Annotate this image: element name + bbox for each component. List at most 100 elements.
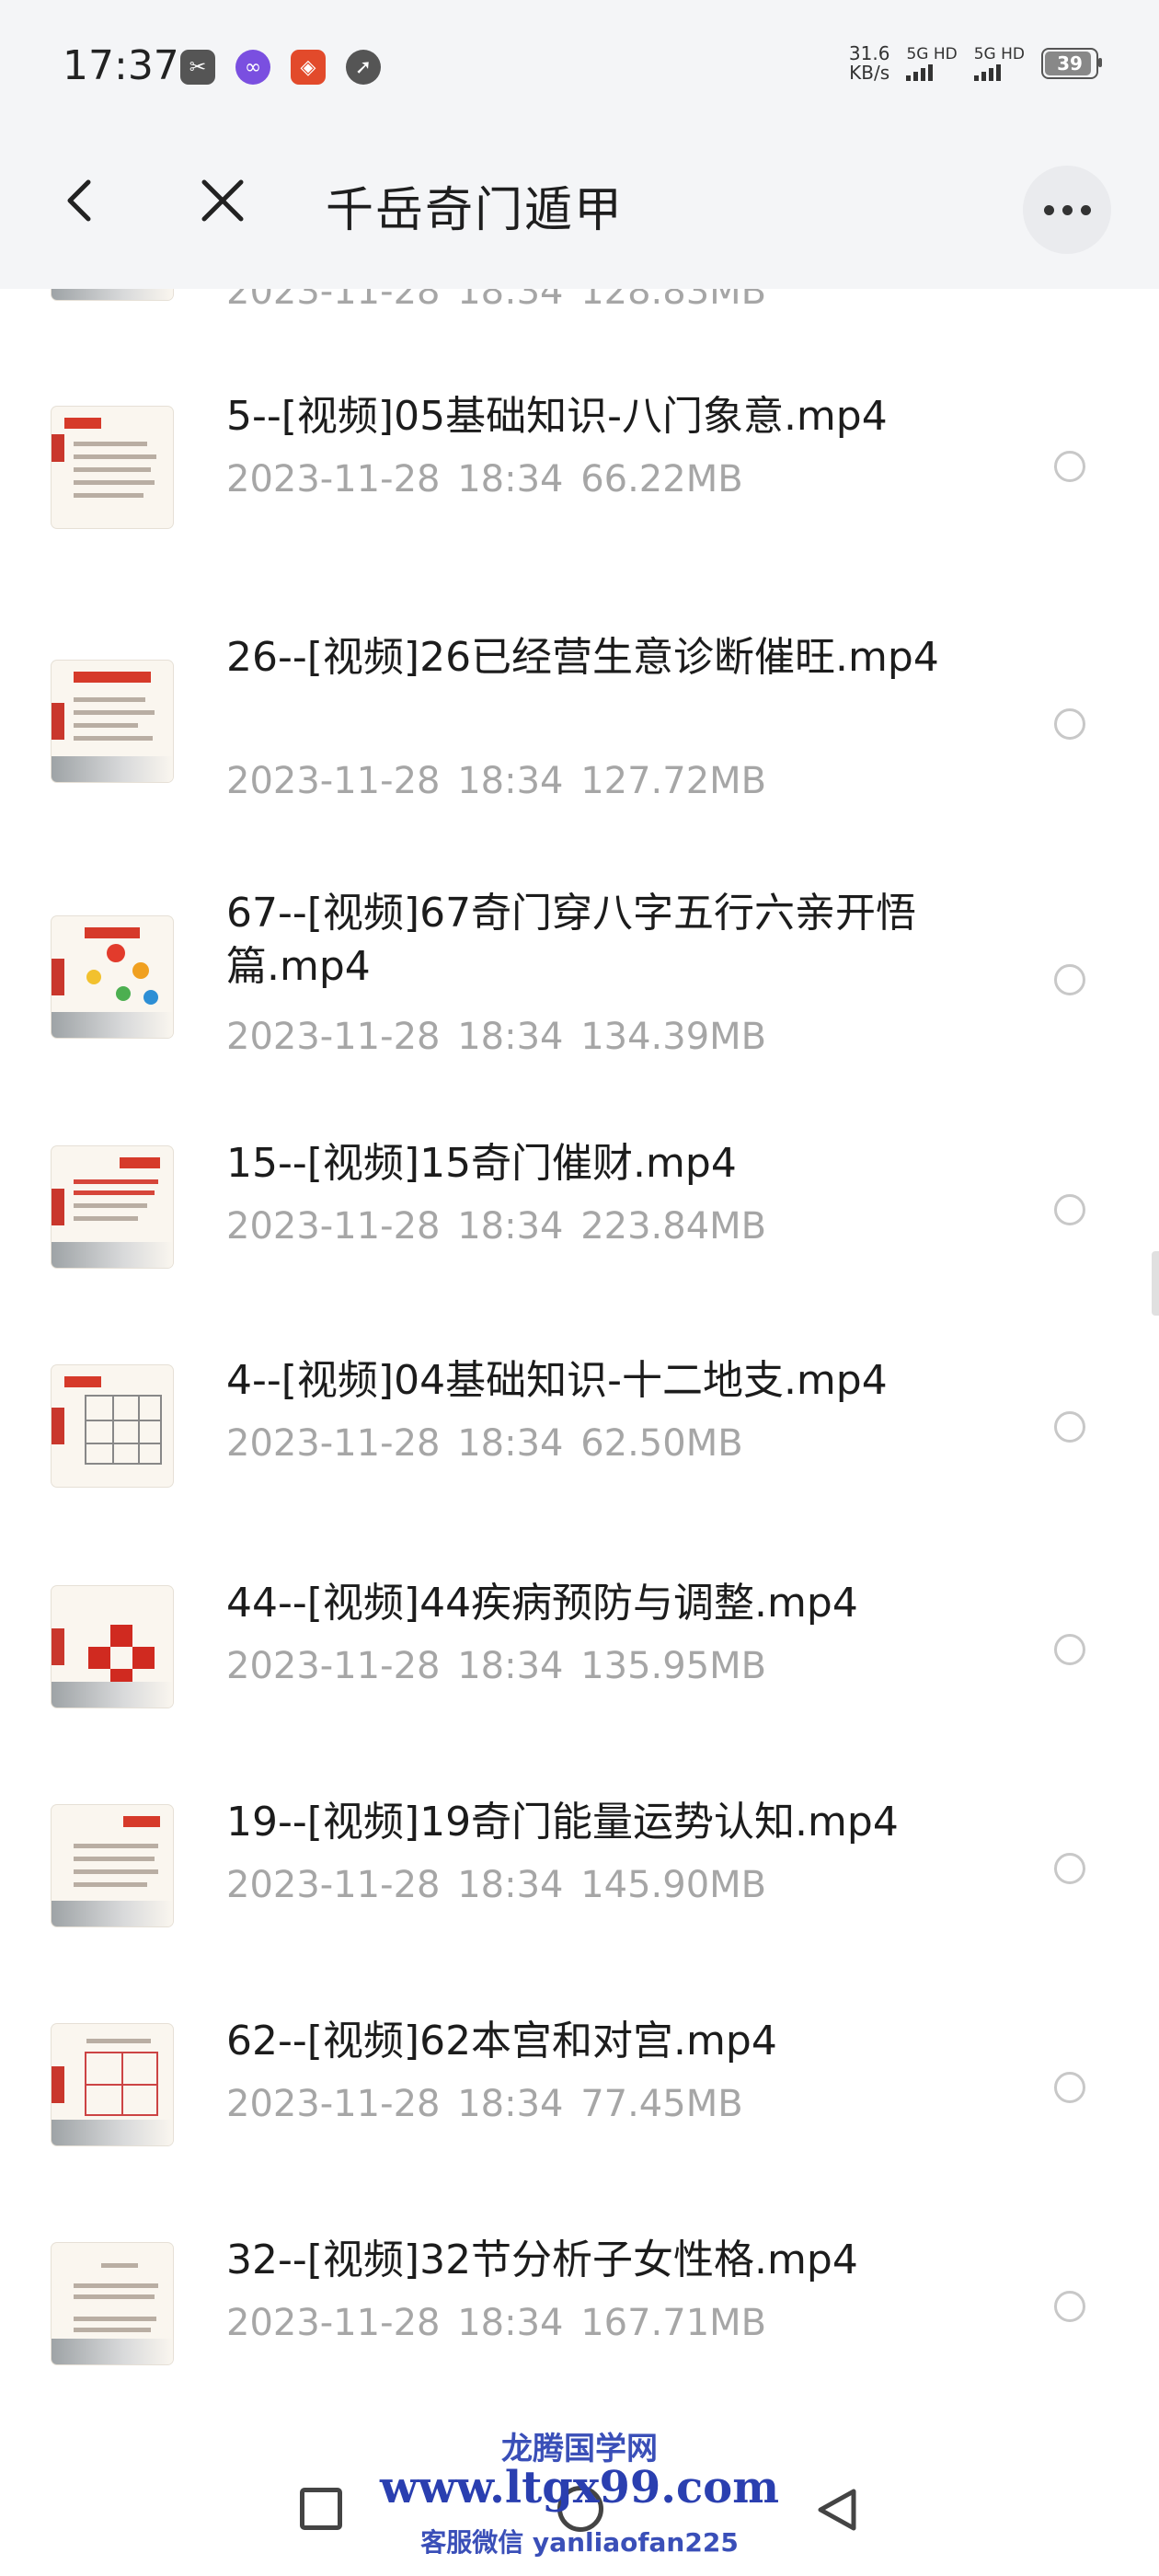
file-item[interactable]: 2023-11-28 18:34 128.83MB (0, 289, 1159, 326)
battery-level: 39 (1057, 52, 1083, 75)
battery-icon: 39 (1041, 48, 1102, 79)
file-item[interactable]: 26--[视频]26已经营生意诊断催旺.mp4 2023-11-28 18:34… (0, 634, 1159, 845)
video-thumbnail (52, 1146, 173, 1268)
compass-app-icon: ➚ (346, 50, 381, 85)
file-title: 67--[视频]67奇门穿八字五行六亲开悟篇.mp4 (226, 890, 917, 990)
file-meta: 2023-11-28 18:34 62.50MB (226, 1422, 743, 1465)
more-dot-icon (1080, 204, 1091, 215)
status-bar: 17:37 ✂ ∞ ◈ ➚ 31.6 KB/s 5G HD 5G HD 39 (0, 0, 1159, 120)
file-meta: 2023-11-28 18:34 167.71MB (226, 2302, 766, 2344)
file-title: 4--[视频]04基础知识-十二地支.mp4 (226, 1357, 888, 1404)
video-thumbnail (52, 916, 173, 1038)
video-thumbnail (52, 1805, 173, 1926)
file-meta: 2023-11-28 18:34 66.22MB (226, 458, 743, 500)
file-date: 2023-11-28 (226, 2083, 441, 2125)
file-meta: 2023-11-28 18:34 128.83MB (226, 289, 766, 313)
infinity-app-icon: ∞ (235, 50, 270, 85)
video-thumbnail (52, 2243, 173, 2364)
signal-bars-icon (906, 63, 934, 81)
file-size: 167.71MB (580, 2302, 767, 2344)
file-item[interactable]: 19--[视频]19奇门能量运势认知.mp4 2023-11-28 18:34 … (0, 1799, 1159, 1989)
select-radio[interactable] (1054, 2072, 1085, 2103)
more-dot-icon (1043, 204, 1054, 215)
file-title: 26--[视频]26已经营生意诊断催旺.mp4 (226, 634, 939, 681)
sim1-signal: 5G HD (906, 45, 958, 81)
watermark-url: www.ltgx99.com (380, 2462, 779, 2513)
file-time: 18:34 (457, 760, 564, 802)
file-time: 18:34 (457, 1645, 564, 1687)
select-radio[interactable] (1054, 1411, 1085, 1443)
file-time: 18:34 (457, 1422, 564, 1465)
status-time: 17:37 (63, 42, 179, 89)
close-button[interactable] (195, 173, 250, 228)
file-size: 223.84MB (580, 1205, 767, 1248)
select-radio[interactable] (1054, 1194, 1085, 1225)
file-list: 2023-11-28 18:34 128.83MB 5--[视频]05基础知识-… (0, 289, 1159, 2405)
file-item[interactable]: 44--[视频]44疾病预防与调整.mp4 2023-11-28 18:34 1… (0, 1580, 1159, 1770)
file-time: 18:34 (457, 458, 564, 500)
more-options-button[interactable] (1023, 166, 1111, 254)
file-date: 2023-11-28 (226, 1016, 441, 1058)
file-date: 2023-11-28 (226, 1864, 441, 1906)
system-nav-bar: 龙腾国学网 www.ltgx99.com 客服微信 yanliaofan225 (0, 2405, 1159, 2576)
video-thumbnail (52, 661, 173, 782)
file-time: 18:34 (457, 289, 564, 313)
more-dot-icon (1061, 204, 1073, 215)
file-title: 5--[视频]05基础知识-八门象意.mp4 (226, 393, 888, 440)
file-time: 18:34 (457, 1864, 564, 1906)
file-title: 44--[视频]44疾病预防与调整.mp4 (226, 1580, 858, 1627)
net-speed-unit: KB/s (849, 62, 890, 84)
video-thumbnail (52, 407, 173, 528)
file-item[interactable]: 4--[视频]04基础知识-十二地支.mp4 2023-11-28 18:34 … (0, 1357, 1159, 1549)
select-radio[interactable] (1054, 964, 1085, 995)
status-app-icons: ✂ ∞ ◈ ➚ (180, 50, 381, 85)
scroll-edge-handle[interactable] (1152, 1251, 1159, 1316)
select-radio[interactable] (1054, 1853, 1085, 1884)
red-app-icon: ◈ (291, 50, 326, 85)
file-item[interactable]: 15--[视频]15奇门催财.mp4 2023-11-28 18:34 223.… (0, 1140, 1159, 1330)
file-date: 2023-11-28 (226, 1422, 441, 1465)
close-icon (201, 179, 244, 222)
select-radio[interactable] (1054, 708, 1085, 740)
file-size: 66.22MB (580, 458, 743, 500)
file-size: 127.72MB (580, 760, 767, 802)
file-item[interactable]: 32--[视频]32节分析子女性格.mp4 2023-11-28 18:34 1… (0, 2237, 1159, 2405)
scissors-app-icon: ✂ (180, 50, 215, 85)
file-date: 2023-11-28 (226, 458, 441, 500)
file-date: 2023-11-28 (226, 289, 441, 313)
file-date: 2023-11-28 (226, 1205, 441, 1248)
file-title: 62--[视频]62本宫和对宫.mp4 (226, 2018, 777, 2064)
file-time: 18:34 (457, 1205, 564, 1248)
file-item[interactable]: 62--[视频]62本宫和对宫.mp4 2023-11-28 18:34 77.… (0, 2018, 1159, 2208)
file-size: 62.50MB (580, 1422, 743, 1465)
file-date: 2023-11-28 (226, 760, 441, 802)
video-thumbnail (52, 1365, 173, 1487)
select-radio[interactable] (1054, 1634, 1085, 1665)
file-item[interactable]: 5--[视频]05基础知识-八门象意.mp4 2023-11-28 18:34 … (0, 393, 1159, 591)
file-item[interactable]: 67--[视频]67奇门穿八字五行六亲开悟篇.mp4 2023-11-28 18… (0, 890, 1159, 1100)
file-time: 18:34 (457, 2083, 564, 2125)
video-thumbnail (52, 1586, 173, 1708)
sim1-label: 5G HD (906, 45, 958, 63)
file-meta: 2023-11-28 18:34 135.95MB (226, 1645, 766, 1687)
file-title: 15--[视频]15奇门催财.mp4 (226, 1140, 737, 1187)
watermark-contact: 客服微信 yanliaofan225 (420, 2527, 739, 2558)
file-size: 128.83MB (580, 289, 767, 313)
file-meta: 2023-11-28 18:34 77.45MB (226, 2083, 743, 2125)
page-title: 千岳奇门遁甲 (326, 183, 625, 238)
nav-bar: 千岳奇门遁甲 (0, 120, 1159, 289)
back-button[interactable] (53, 173, 109, 228)
file-meta: 2023-11-28 18:34 145.90MB (226, 1864, 766, 1906)
select-radio[interactable] (1054, 451, 1085, 482)
file-meta: 2023-11-28 18:34 134.39MB (226, 1016, 766, 1058)
video-thumbnail (52, 2024, 173, 2145)
file-title: 19--[视频]19奇门能量运势认知.mp4 (226, 1799, 899, 1846)
file-date: 2023-11-28 (226, 1645, 441, 1687)
net-speed-value: 31.6 (848, 42, 890, 64)
file-size: 77.45MB (580, 2083, 743, 2125)
select-radio[interactable] (1054, 2291, 1085, 2322)
video-thumbnail (52, 289, 173, 300)
file-size: 134.39MB (580, 1016, 767, 1058)
file-time: 18:34 (457, 1016, 564, 1058)
file-title: 32--[视频]32节分析子女性格.mp4 (226, 2237, 858, 2283)
